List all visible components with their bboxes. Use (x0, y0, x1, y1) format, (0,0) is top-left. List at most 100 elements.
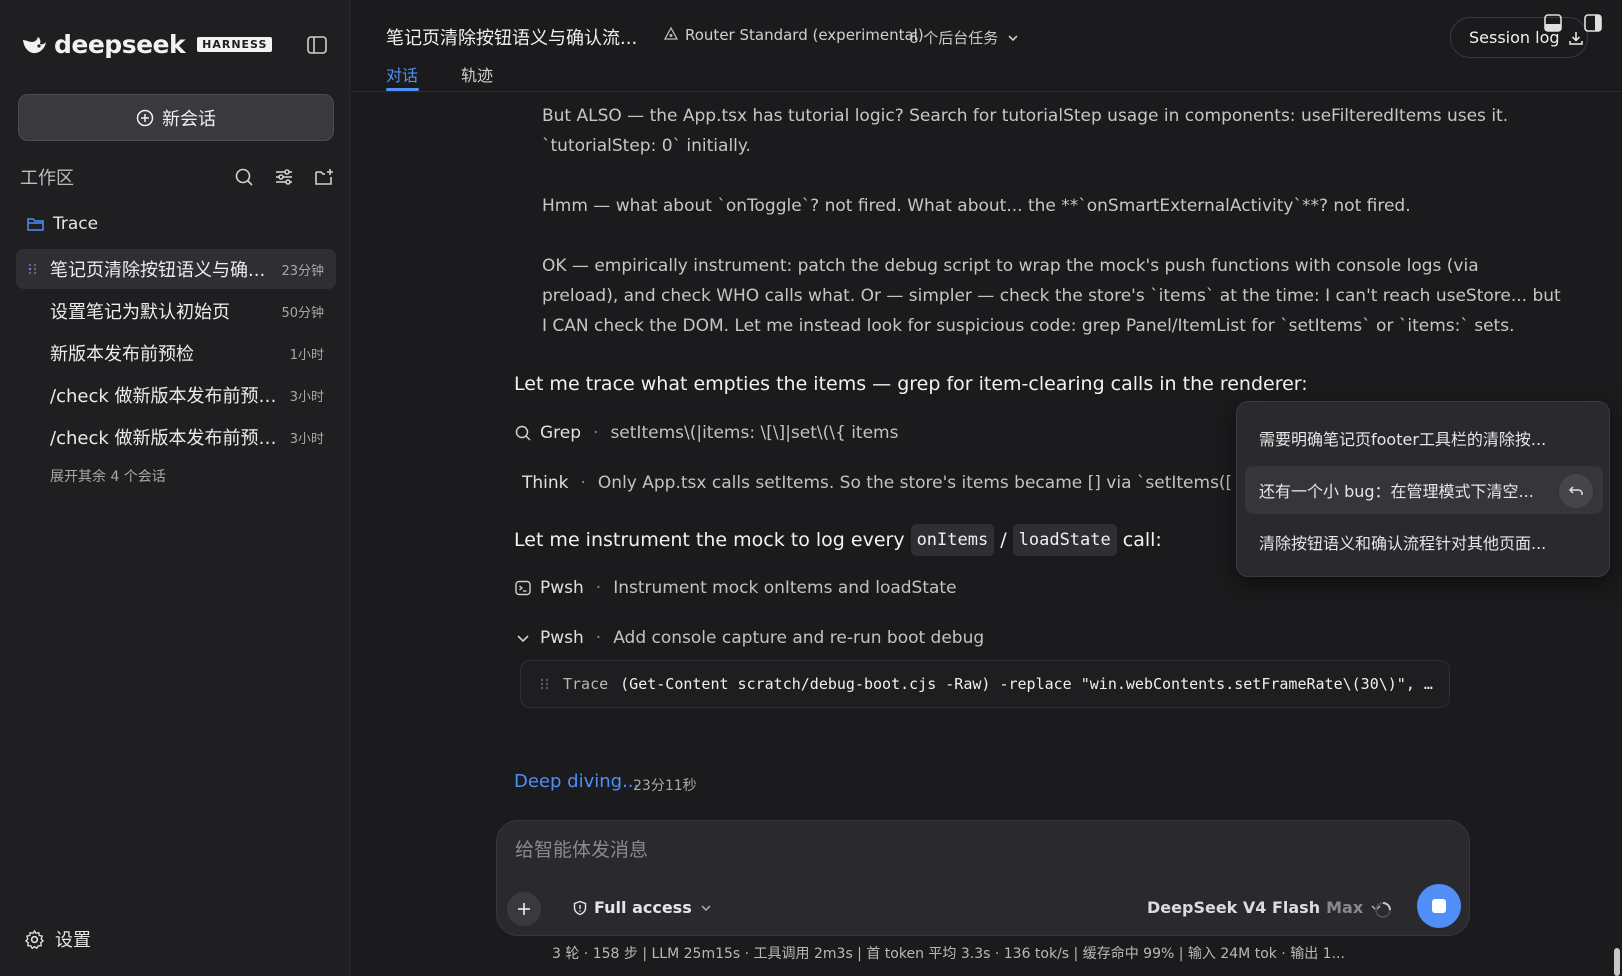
session-title: 设置笔记为默认初始页 (50, 302, 230, 323)
message-text: Let me instrument the mock to log every (514, 529, 905, 551)
terminal-icon (515, 580, 531, 596)
chevron-down-icon (517, 635, 529, 643)
model-selector[interactable]: DeepSeek V4 Flash Max (1147, 898, 1383, 917)
reasoning-paragraph: But ALSO — the App.tsx has tutorial logi… (542, 106, 1509, 126)
chevron-down-icon (1008, 34, 1018, 41)
access-label: Full access (594, 898, 692, 917)
command-block[interactable]: Trace (Get-Content scratch/debug-boot.cj… (520, 660, 1450, 708)
stop-icon (1432, 899, 1446, 913)
popover-item[interactable]: 需要明确笔记页footer工具栏的清除按... (1245, 414, 1603, 462)
expand-more-sessions[interactable]: 展开其余 4 个会话 (50, 466, 166, 486)
shield-icon (573, 900, 587, 915)
assistant-message: Let me trace what empties the items — gr… (514, 373, 1308, 395)
tool-detail: Instrument mock onItems and loadState (613, 578, 957, 598)
drag-handle-icon (540, 678, 549, 690)
session-item-active[interactable]: 笔记页清除按钮语义与确... 23分钟 (16, 249, 336, 289)
session-title: /check 做新版本发布前预检... (50, 428, 282, 449)
chevron-down-icon (701, 904, 711, 911)
bottom-panel-toggle-icon[interactable] (1543, 13, 1563, 33)
brand-wordmark: deepseek (54, 30, 186, 59)
tool-name: Pwsh (540, 578, 584, 598)
sidebar: deepseek HARNESS 新会话 工作区 Trace 笔记页清除按钮语义… (0, 0, 350, 976)
session-time: 50分钟 (281, 305, 324, 321)
folder-label: Trace (53, 214, 99, 234)
tool-detail: setItems\(|items: \[\]|set\(\{ items (610, 423, 899, 443)
reasoning-paragraph: `tutorialStep: 0` initially. (542, 136, 751, 156)
session-item[interactable]: 新版本发布前预检 1小时 (16, 333, 336, 373)
session-time: 1小时 (289, 347, 324, 363)
separator: · (593, 423, 599, 443)
settings-label: 设置 (55, 930, 91, 951)
download-icon (1568, 31, 1583, 45)
undo-button[interactable] (1559, 474, 1593, 508)
model-name: DeepSeek V4 Flash (1147, 898, 1321, 917)
new-chat-label: 新会话 (162, 108, 216, 130)
usage-stats: 3 轮 · 158 步 | LLM 25m15s · 工具调用 2m3s | 首… (552, 946, 1345, 962)
tab-trace[interactable]: 轨迹 (461, 62, 493, 86)
stop-button[interactable] (1417, 884, 1461, 928)
new-chat-button[interactable]: 新会话 (18, 94, 334, 141)
session-log-button[interactable]: Session log (1450, 17, 1588, 58)
session-item[interactable]: /check 做新版本发布前预检... 3小时 (16, 417, 336, 457)
harness-badge: HARNESS (197, 37, 273, 52)
workspace-header: 工作区 (20, 164, 335, 190)
new-folder-icon[interactable] (313, 166, 335, 188)
deepseek-whale-icon (23, 36, 46, 53)
inline-code: onItems (910, 524, 995, 556)
router-icon (663, 27, 679, 40)
right-panel-toggle-icon[interactable] (1583, 13, 1603, 33)
tool-name: Grep (540, 423, 582, 443)
background-tasks-label: 6 个后台任务 (909, 29, 999, 47)
gear-icon (24, 929, 45, 949)
tool-call-pwsh[interactable]: Pwsh · Instrument mock onItems and loadS… (514, 578, 957, 598)
undo-icon (1568, 486, 1583, 495)
router-mode[interactable]: Router Standard (experimental) (663, 26, 924, 44)
separator: · (580, 473, 586, 493)
filter-sliders-icon[interactable] (273, 166, 295, 188)
loading-spinner-icon (1375, 902, 1391, 918)
session-title: /check 做新版本发布前预检... (50, 386, 282, 407)
attach-button[interactable] (507, 892, 541, 926)
elapsed-time: 23分11秒 (633, 778, 697, 794)
search-icon[interactable] (233, 166, 255, 188)
tool-call-grep[interactable]: Grep · setItems\(|items: \[\]|set\(\{ it… (514, 423, 898, 443)
search-icon (515, 425, 531, 441)
access-dropdown[interactable]: Full access (572, 898, 714, 917)
tool-detail: Only App.tsx calls setItems. So the stor… (597, 473, 1234, 493)
reasoning-paragraph: OK — empirically instrument: patch the d… (542, 256, 1479, 276)
folder-trace[interactable]: Trace (26, 214, 98, 234)
suggestions-popover: 需要明确笔记页footer工具栏的清除按... 还有一个小 bug：在管理模式下… (1236, 401, 1610, 577)
session-time: 3小时 (289, 389, 324, 405)
scrollbar-thumb[interactable] (1614, 948, 1620, 976)
folder-icon (27, 217, 44, 231)
session-item[interactable]: 设置笔记为默认初始页 50分钟 (16, 291, 336, 331)
plus-icon (518, 903, 530, 915)
tool-call-pwsh-expanded[interactable]: Pwsh · Add console capture and re-run bo… (514, 628, 984, 648)
command-label: Trace (563, 675, 609, 693)
command-text: (Get-Content scratch/debug-boot.cjs -Raw… (620, 675, 1433, 693)
background-tasks-dropdown[interactable]: 6 个后台任务 (909, 27, 1020, 48)
session-time: 23分钟 (281, 263, 324, 279)
tool-name: Pwsh (540, 628, 584, 648)
tool-call-think[interactable]: Think · Only App.tsx calls setItems. So … (514, 473, 1234, 493)
router-label: Router Standard (experimental) (685, 26, 924, 44)
message-input[interactable] (515, 839, 1415, 861)
brand: deepseek HARNESS (20, 30, 273, 59)
toggle-sidebar-icon[interactable] (306, 34, 328, 56)
settings-button[interactable]: 设置 (24, 926, 91, 952)
status-deep-diving: Deep diving... (514, 771, 640, 792)
model-tier: Max (1326, 898, 1364, 917)
message-composer: Full access DeepSeek V4 Flash Max (496, 820, 1470, 936)
session-item[interactable]: /check 做新版本发布前预检... 3小时 (16, 375, 336, 415)
popover-item-hovered[interactable]: 还有一个小 bug：在管理模式下清空... (1245, 466, 1603, 514)
inline-code: loadState (1012, 524, 1117, 556)
active-tab-indicator (386, 88, 419, 91)
tool-name: Think (522, 473, 569, 493)
session-title: 新版本发布前预检 (50, 344, 194, 365)
session-time: 3小时 (289, 431, 324, 447)
top-bar: 笔记页清除按钮语义与确认流... Router Standard (experi… (351, 0, 1622, 92)
reasoning-paragraph: I CAN check the DOM. Let me instead look… (542, 316, 1515, 336)
popover-item[interactable]: 清除按钮语义和确认流程针对其他页面... (1245, 518, 1603, 566)
tab-conversation[interactable]: 对话 (386, 62, 418, 86)
reasoning-paragraph: preload), and check WHO calls what. Or —… (542, 286, 1561, 306)
